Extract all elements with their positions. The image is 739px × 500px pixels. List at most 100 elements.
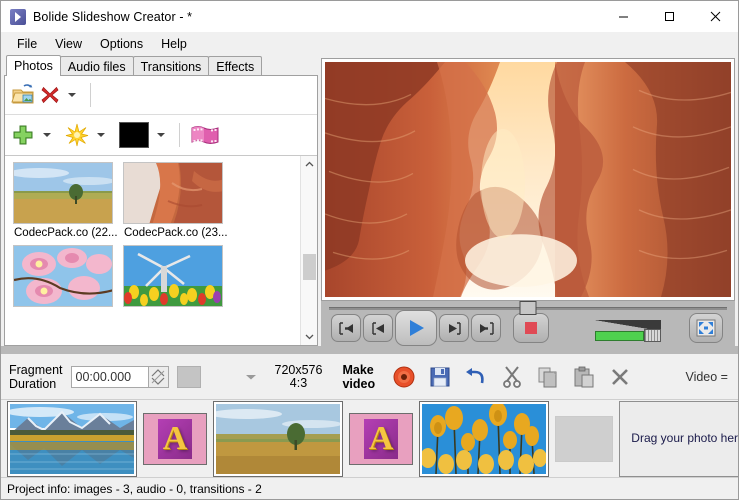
skip-to-start-icon[interactable] [331, 314, 361, 342]
effects-dropdown-chevron-down-icon[interactable] [97, 133, 105, 137]
add-dropdown-chevron-down-icon[interactable] [43, 133, 51, 137]
tab-effects[interactable]: Effects [208, 56, 262, 76]
thumbnail-caption [123, 307, 227, 312]
timeline-transition-item[interactable]: A [143, 413, 207, 465]
title-bar: Bolide Slideshow Creator - * [1, 1, 738, 32]
fragment-duration-label: Fragment Duration [9, 363, 63, 391]
timeline-blank-item[interactable] [555, 416, 613, 462]
skip-to-end-icon[interactable] [471, 314, 501, 342]
paste-icon[interactable] [569, 362, 599, 392]
output-resolution: 720x576 4:3 [275, 364, 323, 390]
photos-tab-panel: CodecPack.co (22... [4, 75, 318, 346]
app-play-icon [10, 9, 26, 25]
transition-letter-block: A [158, 419, 192, 459]
volume-slider[interactable] [595, 315, 669, 341]
menu-help[interactable]: Help [152, 34, 196, 54]
transition-letter: A [163, 422, 188, 456]
thumbnail-image[interactable] [123, 162, 223, 224]
previous-frame-icon[interactable] [363, 314, 393, 342]
star-burst-icon[interactable] [65, 123, 89, 147]
next-frame-icon[interactable] [439, 314, 469, 342]
play-icon[interactable] [395, 310, 437, 346]
maximize-button[interactable] [646, 1, 692, 32]
make-video-button[interactable]: Make video [342, 363, 375, 391]
seek-bar[interactable] [321, 301, 735, 310]
volume-knob[interactable] [644, 329, 661, 342]
thumbnail-caption: CodecPack.co (22... [13, 224, 117, 242]
photo-thumbnail-list[interactable]: CodecPack.co (22... [5, 155, 317, 345]
thumbnail-image[interactable] [13, 245, 113, 307]
status-bar: Project info: images - 3, audio - 0, tra… [1, 477, 738, 499]
delete-icon[interactable] [605, 362, 635, 392]
color-dropdown-chevron-down-icon[interactable] [157, 133, 165, 137]
video-label: Video = [685, 370, 730, 384]
status-text: Project info: images - 3, audio - 0, tra… [7, 482, 262, 496]
menu-options[interactable]: Options [91, 34, 152, 54]
close-button[interactable] [692, 1, 738, 32]
menu-view[interactable]: View [46, 34, 91, 54]
timeline-strip[interactable]: A A [1, 400, 738, 477]
seek-handle[interactable] [520, 301, 537, 315]
timeline-photo-item[interactable] [7, 401, 137, 477]
list-item[interactable] [123, 245, 227, 312]
window-controls [600, 1, 738, 32]
timeline-photo-item[interactable] [213, 401, 343, 477]
scrollbar-track[interactable] [301, 173, 318, 328]
fullscreen-icon[interactable] [689, 313, 723, 343]
resolution-dropdown-chevron-down-icon[interactable] [245, 370, 257, 384]
transport-controls [321, 310, 735, 346]
burn-disc-icon[interactable] [389, 362, 419, 392]
minimize-button[interactable] [600, 1, 646, 32]
duration-spinner-icon[interactable] [149, 366, 169, 388]
chevron-up-icon[interactable] [301, 156, 318, 173]
toolbar-separator-2 [179, 123, 180, 147]
photos-toolbar-primary [5, 76, 317, 114]
volume-level-bar [595, 331, 644, 341]
list-item[interactable]: CodecPack.co (22... [13, 162, 117, 242]
chevron-down-icon[interactable] [301, 328, 318, 345]
fragment-duration-input[interactable]: 00:00.000 [71, 366, 149, 388]
window-title: Bolide Slideshow Creator - * [33, 10, 192, 24]
cut-icon[interactable] [497, 362, 527, 392]
panel-divider [1, 346, 738, 354]
add-green-plus-icon[interactable] [11, 123, 35, 147]
menu-bar: File View Options Help [1, 32, 738, 55]
transition-letter-block: A [364, 419, 398, 459]
media-browser-pane: Photos Audio files Transitions Effects [4, 55, 318, 346]
thumbnail-caption: CodecPack.co (23... [123, 224, 227, 242]
timeline-transition-item[interactable]: A [349, 413, 413, 465]
timeline-photo-item[interactable] [419, 401, 549, 477]
menu-file[interactable]: File [8, 34, 46, 54]
tab-audio-files[interactable]: Audio files [60, 56, 134, 76]
project-toolbar: Fragment Duration 00:00.000 720x576 4:3 … [1, 354, 738, 400]
tab-photos[interactable]: Photos [6, 55, 61, 76]
undo-icon[interactable] [461, 362, 491, 392]
preview-frame [321, 58, 735, 301]
application-window: Bolide Slideshow Creator - * File View O… [0, 0, 739, 500]
thumbnail-image[interactable] [123, 245, 223, 307]
tab-transitions[interactable]: Transitions [133, 56, 210, 76]
stop-icon[interactable] [513, 313, 549, 343]
thumbnail-image[interactable] [13, 162, 113, 224]
add-photos-folder-icon[interactable] [11, 83, 37, 107]
remove-red-x-icon[interactable] [40, 85, 60, 105]
toolbar-separator [90, 83, 91, 107]
thumbnail-caption [13, 307, 117, 312]
preview-pane [321, 55, 735, 346]
film-strip-icon[interactable] [189, 122, 221, 148]
upper-section: Photos Audio files Transitions Effects [1, 55, 738, 346]
photos-toolbar-secondary [5, 114, 317, 155]
transition-letter: A [369, 422, 394, 456]
remove-dropdown-chevron-down-icon[interactable] [68, 93, 76, 97]
list-item[interactable]: CodecPack.co (23... [123, 162, 227, 242]
drop-zone[interactable]: Drag your photo here [619, 401, 738, 477]
list-item[interactable] [13, 245, 117, 312]
scrollbar-thumb[interactable] [303, 254, 316, 280]
preview-image[interactable] [325, 62, 731, 297]
thumbnail-scrollbar[interactable] [300, 156, 317, 345]
tab-strip: Photos Audio files Transitions Effects [4, 55, 318, 76]
duration-preview-box [177, 366, 201, 388]
copy-icon[interactable] [533, 362, 563, 392]
color-swatch[interactable] [119, 122, 149, 148]
save-icon[interactable] [425, 362, 455, 392]
